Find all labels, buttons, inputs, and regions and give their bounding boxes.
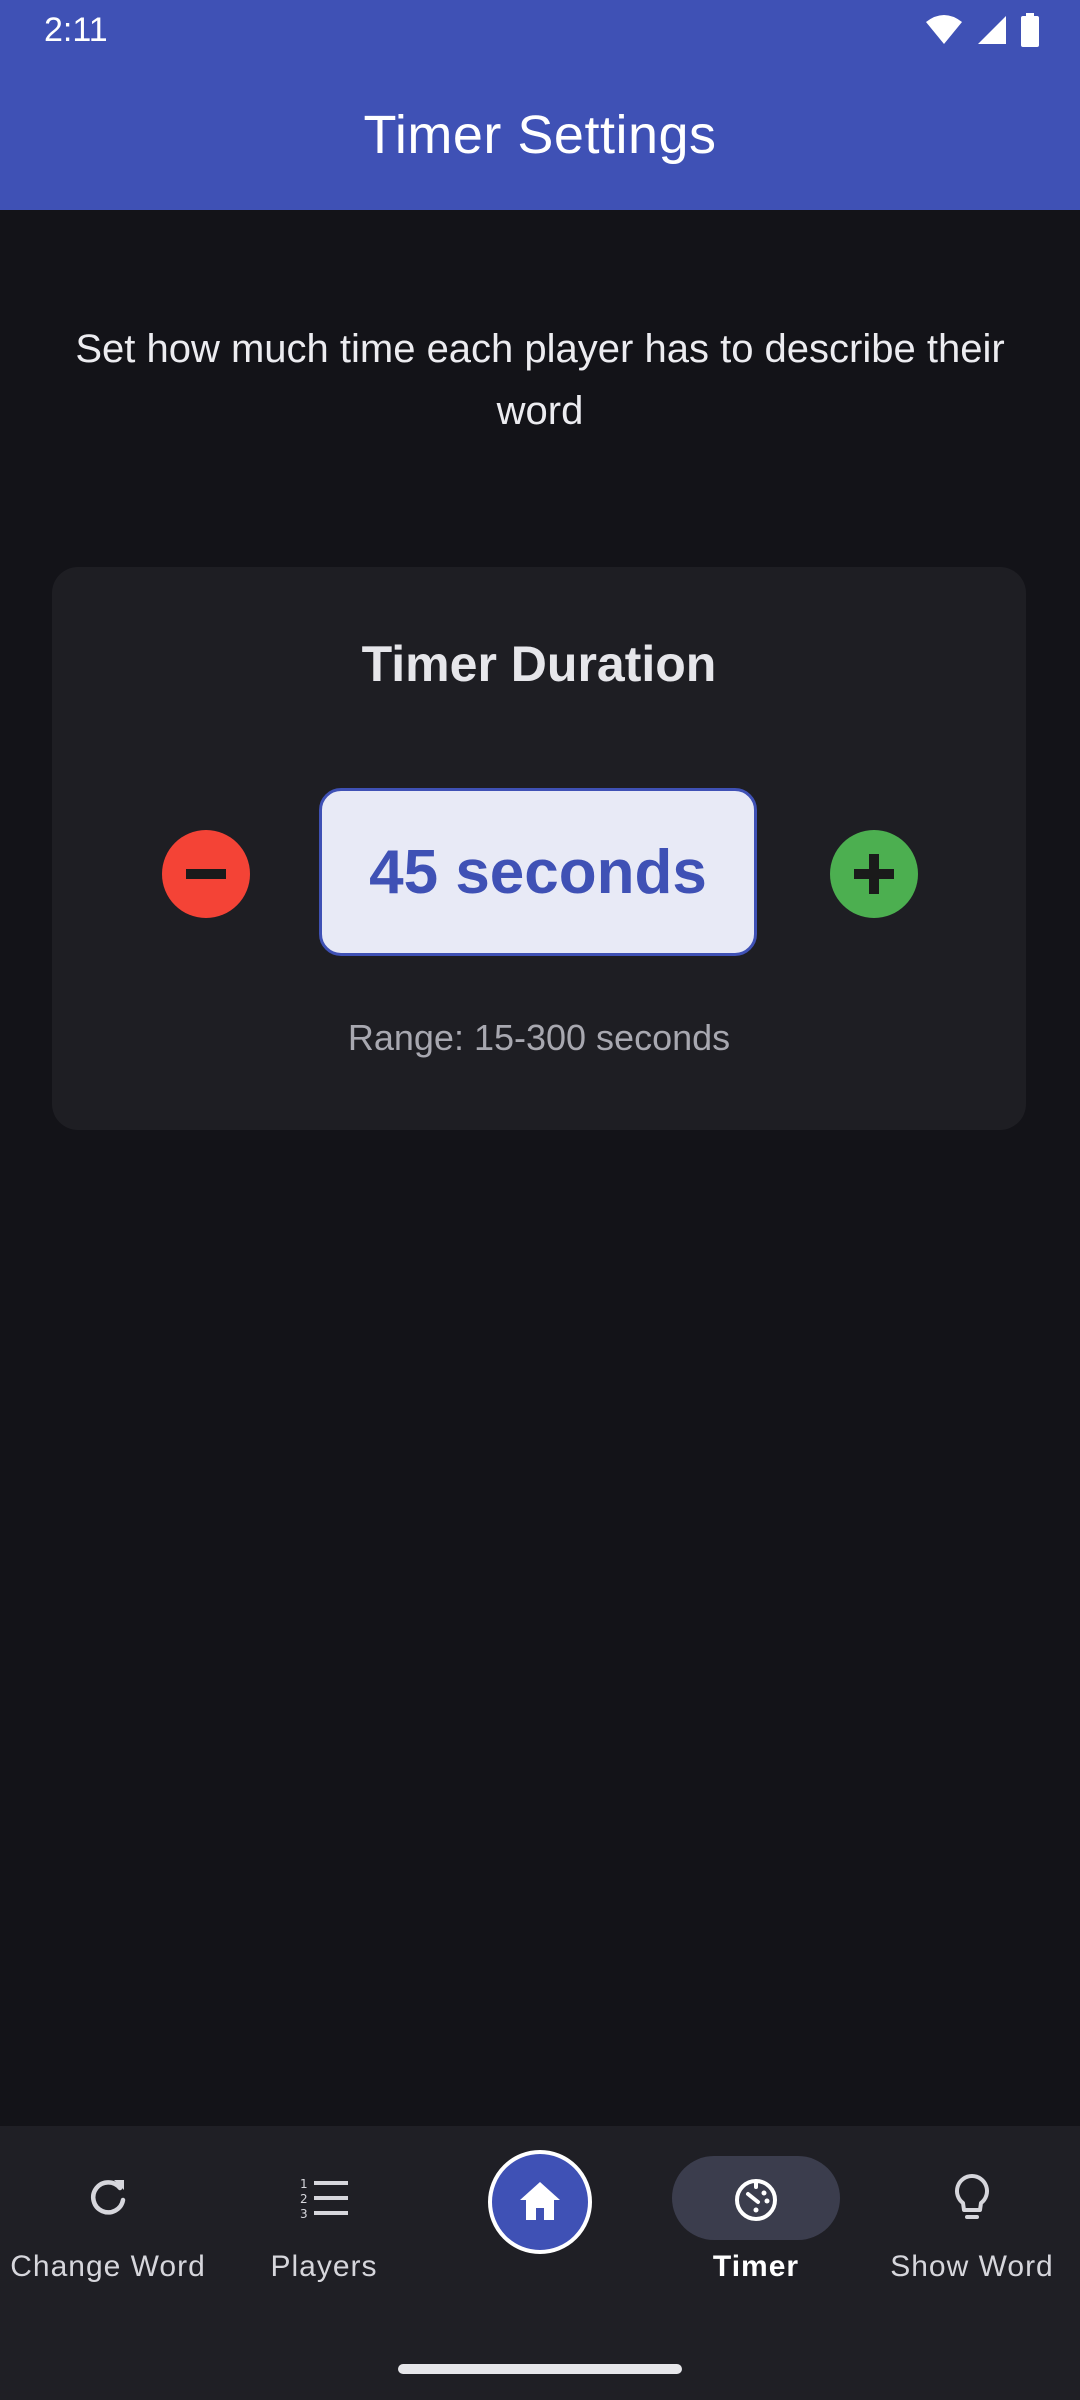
nav-label-timer: Timer — [712, 2250, 800, 2283]
page-title: Timer Settings — [363, 105, 717, 165]
timer-description: Set how much time each player has to des… — [75, 327, 1005, 433]
timer-range-hint: Range: 15-300 seconds — [347, 1017, 731, 1058]
timer-icon — [735, 2179, 777, 2221]
timer-value-display: 45 seconds — [319, 788, 757, 956]
timer-duration-card: Timer Duration 45 seconds Range: 15-300 … — [52, 567, 1026, 1130]
svg-text:1: 1 — [300, 2177, 308, 2191]
app-bar: Timer Settings — [0, 60, 1080, 210]
nav-label-show-word: Show Word — [890, 2250, 1054, 2283]
battery-icon — [1021, 13, 1039, 47]
decrease-timer-button[interactable] — [162, 830, 250, 918]
nav-item-timer[interactable]: Timer — [648, 2156, 864, 2296]
status-icons — [924, 12, 1040, 48]
numbered-list-icon: 1 2 3 — [300, 2177, 348, 2221]
nav-item-change-word[interactable]: Change Word — [0, 2156, 216, 2296]
minus-icon — [186, 869, 226, 879]
nav-item-show-word[interactable]: Show Word — [864, 2156, 1080, 2296]
plus-icon — [854, 854, 894, 894]
bottom-navigation: Change Word 1 2 3 Players Timer Show Wor… — [0, 2126, 1080, 2400]
home-button[interactable] — [488, 2150, 592, 2254]
signal-icon — [978, 16, 1006, 44]
svg-text:3: 3 — [300, 2207, 308, 2221]
status-time: 2:11 — [44, 11, 108, 49]
wifi-icon — [926, 15, 962, 44]
status-bar: 2:11 — [0, 0, 1080, 60]
refresh-icon — [91, 2180, 126, 2215]
nav-item-players[interactable]: 1 2 3 Players — [216, 2156, 432, 2296]
timer-value: 45 seconds — [369, 837, 707, 907]
lightbulb-icon — [955, 2174, 989, 2219]
card-title: Timer Duration — [361, 636, 717, 692]
nav-label-players: Players — [270, 2250, 378, 2283]
increase-timer-button[interactable] — [830, 830, 918, 918]
nav-label-change-word: Change Word — [10, 2250, 206, 2283]
nav-active-indicator — [672, 2156, 840, 2240]
svg-text:2: 2 — [300, 2192, 308, 2206]
gesture-home-indicator[interactable] — [398, 2364, 682, 2374]
home-icon — [520, 2182, 560, 2220]
